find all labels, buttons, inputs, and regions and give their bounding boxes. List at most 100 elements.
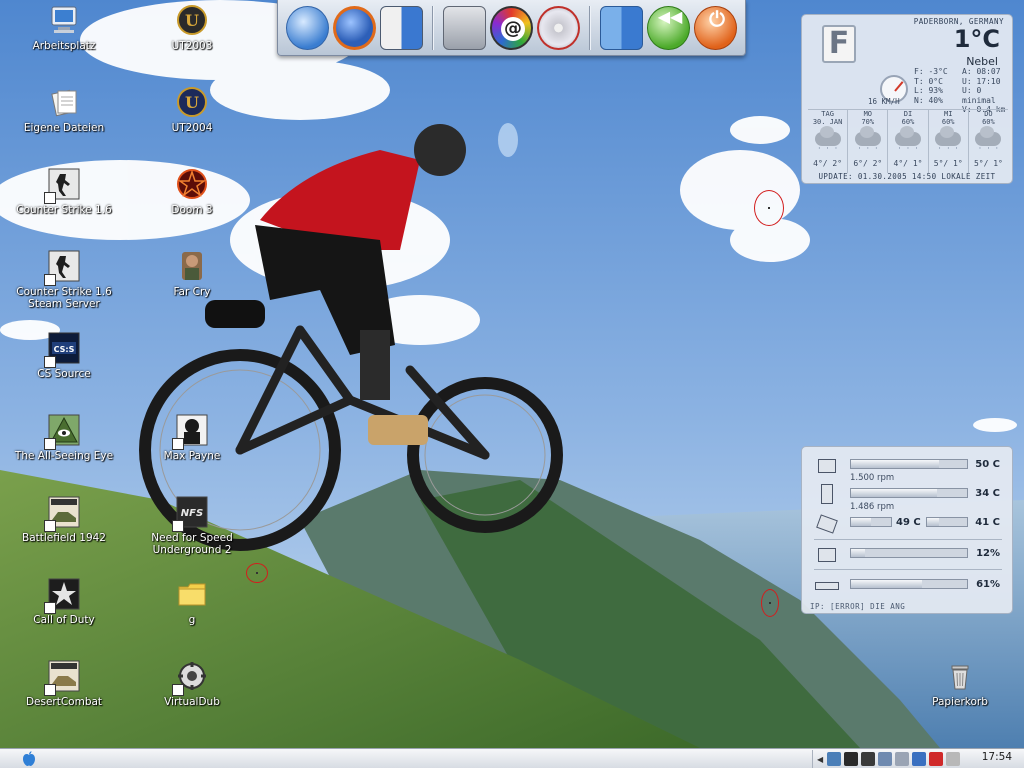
desktop-icon-virtualdub[interactable]: VirtualDub [132,658,252,708]
finder-icon[interactable] [600,5,644,50]
desktop-icon-papierkorb[interactable]: Papierkorb [900,658,1020,708]
firefox-icon[interactable] [332,5,377,50]
forecast-day-name: MO [863,110,873,118]
all-seeing-eye-icon [44,412,82,450]
power-icon[interactable]: ⏻ [694,5,737,50]
tray-app-icon[interactable] [878,752,893,766]
disk-b-bar [926,517,968,527]
dock-separator [432,5,435,50]
system-monitor-widget[interactable]: 50 C 1.500 rpm 34 C 1.486 rpm 49 C 41 C … [801,446,1013,614]
weather-stat: L: 93% [914,86,943,95]
folder-icon [174,576,210,612]
desktop-icon-max-payne[interactable]: Max Payne [132,412,252,462]
icon-label: Far Cry [173,286,211,298]
call-of-duty-icon [44,576,82,614]
back-arrow-icon[interactable]: ◀◀ [647,5,690,50]
ip-address: IP: [ERROR] DIE ANG [810,602,906,611]
icon-label: DesertCombat [25,696,103,708]
case-icon [821,484,833,504]
tray-app-icon[interactable] [912,752,927,766]
forecast-day: DO 60% ' ' ' 5°/ 1° [969,110,1008,173]
battlefield-icon [44,658,82,696]
at-glyph: @ [501,16,525,41]
desktop-icon-desertcombat[interactable]: DesertCombat [4,658,124,708]
hard-drive-icon[interactable] [443,5,486,50]
icon-label: Battlefield 1942 [22,532,106,544]
svg-text:NFS: NFS [181,508,203,519]
icon-label: Need for Speed Underground 2 [151,532,233,556]
rain-icon: ' ' ' [977,146,999,154]
desktop-icon-ut2003[interactable]: U UT2003 [132,2,252,52]
tray-expand-icon[interactable]: ◀ [817,755,823,764]
tray-app-icon[interactable] [929,752,944,766]
weather-forecast: TAG 30. JAN ' ' ' 4°/ 2° MO 70% ' ' ' 6°… [808,109,1008,173]
desktop-icon-nfs-underground-2[interactable]: NFS Need for Speed Underground 2 [132,494,252,556]
svg-text:U: U [185,93,199,112]
nero-disc-icon[interactable] [537,5,581,50]
cpu-load-value: 12% [976,548,1000,559]
nfs-icon: NFS [172,494,210,532]
cloud-icon [935,126,962,146]
forecast-day: TAG 30. JAN ' ' ' 4°/ 2° [808,110,849,173]
desktop-icon-eigene-dateien[interactable]: Eigene Dateien [4,84,124,134]
apple-menu-icon[interactable] [20,750,38,768]
ie-globe-icon[interactable] [286,5,329,50]
memory-icon [815,582,839,590]
forecast-day: MI 60% ' ' ' 5°/ 1° [929,110,969,173]
annotation-circle [761,589,779,617]
svg-text:CS:S: CS:S [54,345,75,354]
tray-app-icon[interactable] [946,752,961,766]
pentagram-icon [174,166,210,202]
desktop-icon-folder-g[interactable]: g [132,576,252,626]
forecast-day-name: TAG [821,110,834,118]
messenger-icon[interactable] [380,5,424,50]
icon-label: Max Payne [163,450,221,462]
power-glyph: ⏻ [709,6,725,31]
desktop-icon-battlefield-1942[interactable]: Battlefield 1942 [4,494,124,544]
weather-stat: U: 17:10 [962,76,1001,86]
cs-source-icon: CS:S [44,330,82,368]
far-cry-icon [174,248,210,284]
mail-at-icon[interactable]: @ [490,5,534,50]
icon-label: The All-Seeing Eye [14,450,114,462]
desktop-icon-cs-source[interactable]: CS:S CS Source [4,330,124,380]
icon-label: Papierkorb [932,696,988,708]
weather-stat: A: 08:07 [962,67,1001,76]
forecast-day-sub: 60% [982,118,995,126]
cpu-load-icon [818,548,836,562]
weather-widget[interactable]: PADERBORN, GERMANY F 1°C Nebel 16 KM/H F… [801,14,1013,184]
hard-disk-icon [816,514,838,534]
tray-app-icon[interactable] [844,752,859,766]
tray-app-icon[interactable] [827,752,842,766]
weather-wind: 16 KM/H [868,97,900,106]
desktop-icon-ut2004[interactable]: U UT2004 [132,84,252,134]
icon-label: g [188,614,196,626]
weather-stats-right: A: 08:07 U: 17:10 U: 0 minimal V: 0.4 km [962,67,1012,115]
desktop-icon-far-cry[interactable]: Far Cry [132,248,252,298]
virtualdub-icon [172,658,210,696]
icon-label: UT2004 [171,122,213,134]
clock[interactable]: 17:54 [982,751,1012,763]
desktop-icon-counter-strike[interactable]: Counter Strike 1.6 [4,166,124,216]
icon-label: Doom 3 [171,204,213,216]
tray-app-icon[interactable] [895,752,910,766]
documents-icon [46,84,82,120]
desktop-icon-doom3[interactable]: Doom 3 [132,166,252,216]
desktop-icon-call-of-duty[interactable]: Call of Duty [4,576,124,626]
taskbar: ◀ 17:54 [0,748,1024,768]
desktop-icon-arbeitsplatz[interactable]: Arbeitsplatz [4,2,124,52]
rewind-glyph: ◀◀ [657,6,683,26]
computer-icon [46,2,82,38]
weather-unit-badge[interactable]: F [822,25,856,63]
bar-fill [851,549,865,557]
cloud-icon [814,126,841,146]
disk-a-temp: 49 C [896,517,921,528]
desktop-icon-counter-strike-steam-server[interactable]: Counter Strike 1.6 Steam Server [4,248,124,310]
case-temp-value: 34 C [975,488,1000,499]
icon-label: VirtualDub [164,696,220,708]
cpu-temp-bar [850,459,968,469]
tray-app-icon[interactable] [861,752,876,766]
counter-strike-icon [44,166,82,204]
bar-fill [851,489,937,497]
desktop-icon-all-seeing-eye[interactable]: The All-Seeing Eye [4,412,124,462]
